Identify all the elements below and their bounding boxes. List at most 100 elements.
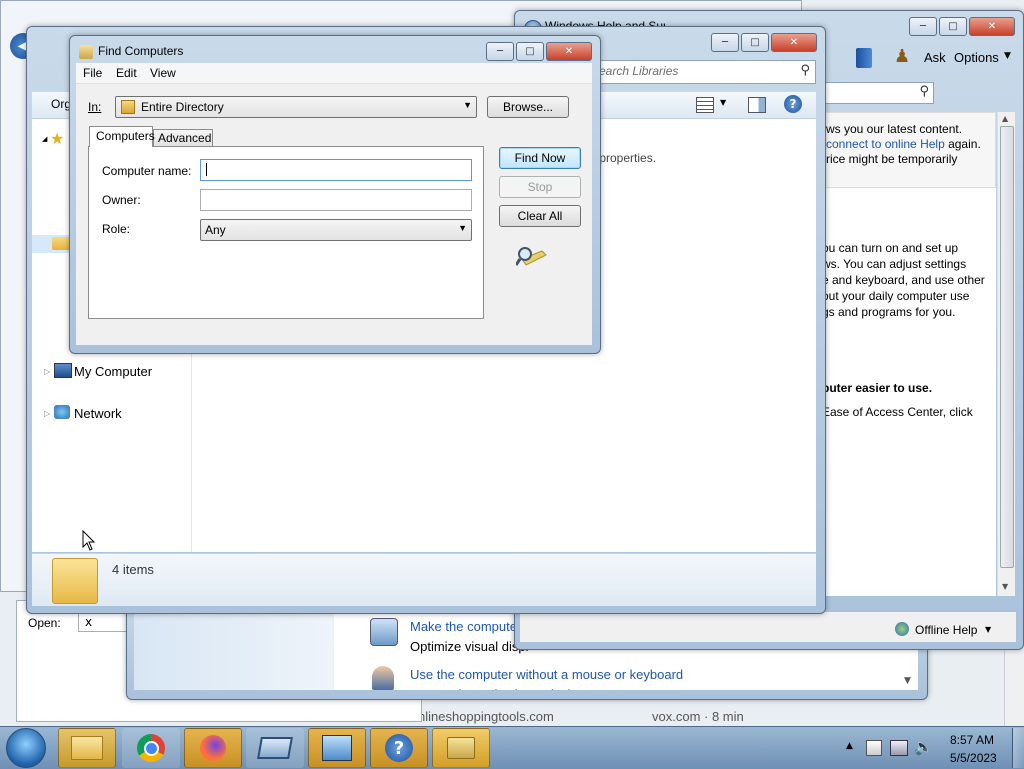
role-dropdown[interactable]: Any ▼ bbox=[200, 219, 472, 241]
find-minimize-button[interactable]: ─ bbox=[486, 42, 514, 61]
control-panel-icon bbox=[322, 735, 352, 761]
help-text-7: out your daily computer use bbox=[822, 289, 970, 303]
help-text-6: e and keyboard, and use other bbox=[822, 273, 985, 287]
mycomputer-expander-icon[interactable]: ▷ bbox=[44, 367, 50, 376]
organize-button[interactable]: Org bbox=[51, 97, 71, 111]
tab-computers-label: Computers bbox=[96, 129, 155, 143]
find-dialog-icon bbox=[79, 45, 93, 59]
help-scroll-down-icon[interactable]: ▼ bbox=[1002, 582, 1008, 591]
role-dropdown-chevron-icon: ▼ bbox=[458, 223, 467, 233]
browse-help-icon[interactable] bbox=[856, 48, 872, 68]
action-center-flag-icon[interactable] bbox=[866, 740, 882, 756]
volume-icon[interactable]: 🔈 bbox=[914, 738, 933, 756]
help-scroll-thumb[interactable] bbox=[1000, 126, 1014, 568]
help-text-3: rice might be temporarily bbox=[826, 152, 958, 166]
page-bottom-text-left: nlineshoppingtools.com bbox=[418, 709, 554, 724]
view-options-chevron-icon[interactable]: ▼ bbox=[720, 98, 726, 107]
help-icon[interactable]: ? bbox=[784, 95, 802, 113]
network-tray-icon[interactable] bbox=[890, 740, 908, 756]
computer-icon bbox=[54, 363, 72, 378]
taskbar-explorer-icon[interactable] bbox=[58, 728, 116, 768]
find-magnifier-icon bbox=[447, 737, 475, 759]
taskbar-chrome-icon[interactable] bbox=[122, 728, 180, 768]
options-button[interactable]: Options bbox=[954, 50, 999, 65]
explorer-properties-text: r properties. bbox=[592, 151, 657, 165]
tree-item-my-computer[interactable]: My Computer bbox=[74, 364, 152, 379]
offline-help-globe-icon bbox=[895, 622, 909, 636]
find-maximize-button[interactable]: □ bbox=[516, 42, 544, 61]
network-expander-icon[interactable]: ▷ bbox=[44, 409, 50, 418]
find-now-button[interactable]: Find Now bbox=[499, 147, 581, 169]
stop-button[interactable]: Stop bbox=[499, 176, 581, 198]
start-button[interactable] bbox=[6, 728, 46, 768]
taskbar-help-icon[interactable]: ? bbox=[370, 728, 428, 768]
run-open-value: x bbox=[85, 615, 93, 629]
help-maximize-button[interactable]: □ bbox=[939, 17, 967, 36]
role-dropdown-value: Any bbox=[205, 223, 226, 237]
tab-advanced-label: Advanced bbox=[158, 131, 212, 145]
ease-scroll-down-icon[interactable]: ▼ bbox=[904, 676, 911, 686]
clear-all-button[interactable]: Clear All bbox=[499, 205, 581, 227]
taskbar-find-icon[interactable] bbox=[432, 728, 490, 768]
help-text-5: ws. You can adjust settings bbox=[822, 257, 967, 271]
tab-advanced[interactable]: Advanced bbox=[153, 129, 213, 147]
tab-computers[interactable]: Computers bbox=[89, 126, 155, 147]
favorites-expander-icon[interactable]: ◢ bbox=[42, 135, 47, 143]
clock-time[interactable]: 8:57 AM bbox=[950, 733, 994, 747]
options-chevron-down-icon[interactable]: ▼ bbox=[1004, 51, 1011, 61]
computer-name-label: Computer name: bbox=[102, 164, 192, 178]
ask-button[interactable]: Ask bbox=[924, 50, 946, 65]
show-hidden-icons-button[interactable]: ▲ bbox=[846, 741, 853, 751]
person-icon bbox=[372, 666, 394, 690]
help-text-0: ws you our latest content. bbox=[826, 122, 963, 136]
explorer-close-button[interactable]: ✕ bbox=[771, 33, 817, 52]
explorer-search-icon[interactable]: ⚲ bbox=[800, 63, 810, 78]
help-online-link-text[interactable]: connect to online Help bbox=[826, 137, 945, 151]
clock-date[interactable]: 5/5/2023 bbox=[950, 751, 997, 765]
offline-help-chevron-icon[interactable]: ▼ bbox=[985, 625, 991, 634]
taskbar-window-icon[interactable] bbox=[246, 728, 304, 768]
find-close-button[interactable]: ✕ bbox=[546, 42, 592, 61]
help-minimize-button[interactable]: ─ bbox=[909, 17, 937, 36]
role-label: Role: bbox=[102, 222, 131, 236]
help-scrollbar[interactable]: ▲ ▼ bbox=[997, 112, 1015, 596]
menu-view[interactable]: View bbox=[150, 66, 176, 80]
explorer-search-box[interactable]: Search Libraries ⚲ bbox=[582, 60, 816, 84]
in-dropdown[interactable]: Entire Directory ▼ bbox=[115, 96, 477, 118]
network-icon bbox=[54, 405, 70, 419]
computer-name-input[interactable] bbox=[200, 159, 472, 181]
in-label: In: bbox=[88, 100, 102, 114]
explorer-minimize-button[interactable]: ─ bbox=[711, 33, 739, 52]
browse-button[interactable]: Browse... bbox=[487, 96, 569, 118]
page-bottom-text-mid: vox.com · 8 min bbox=[652, 709, 744, 724]
ask-icon: ♟ bbox=[894, 46, 911, 67]
owner-input[interactable] bbox=[200, 189, 472, 211]
help-scroll-up-icon[interactable]: ▲ bbox=[1002, 114, 1008, 123]
help-close-button[interactable]: ✕ bbox=[969, 17, 1015, 36]
help-online-link[interactable]: connect to online Help again. bbox=[826, 137, 981, 151]
mouse-pointer-icon bbox=[82, 530, 96, 551]
firefox-logo-icon bbox=[200, 735, 226, 761]
offline-help-button[interactable]: Offline Help bbox=[915, 623, 977, 637]
find-menu-bar: File Edit View bbox=[76, 63, 592, 84]
menu-edit[interactable]: Edit bbox=[116, 66, 137, 80]
help-question-icon: ? bbox=[385, 734, 413, 762]
taskbar-control-panel-icon[interactable] bbox=[308, 728, 366, 768]
text-caret bbox=[206, 163, 207, 176]
magnifier-icon bbox=[370, 618, 398, 646]
help-content: ws you our latest content. connect to on… bbox=[820, 112, 996, 596]
ease-item-link-0[interactable]: Make the computer bbox=[410, 619, 521, 634]
preview-pane-icon[interactable] bbox=[748, 97, 766, 113]
explorer-maximize-button[interactable]: □ bbox=[741, 33, 769, 52]
help-text-10: Ease of Access Center, click bbox=[822, 405, 973, 419]
tree-item-network[interactable]: Network bbox=[74, 406, 122, 421]
help-search-icon[interactable]: ⚲ bbox=[919, 84, 929, 99]
menu-file[interactable]: File bbox=[83, 66, 102, 80]
help-text-4: ou can turn on and set up bbox=[822, 241, 959, 255]
ease-item-link-1[interactable]: Use the computer without a mouse or keyb… bbox=[410, 667, 683, 682]
in-dropdown-chevron-icon: ▼ bbox=[463, 100, 472, 110]
show-desktop-button[interactable] bbox=[1012, 728, 1024, 768]
view-options-icon[interactable] bbox=[696, 97, 714, 113]
help-status-bar: Offline Help ▼ bbox=[520, 612, 1016, 642]
taskbar-firefox-icon[interactable] bbox=[184, 728, 242, 768]
